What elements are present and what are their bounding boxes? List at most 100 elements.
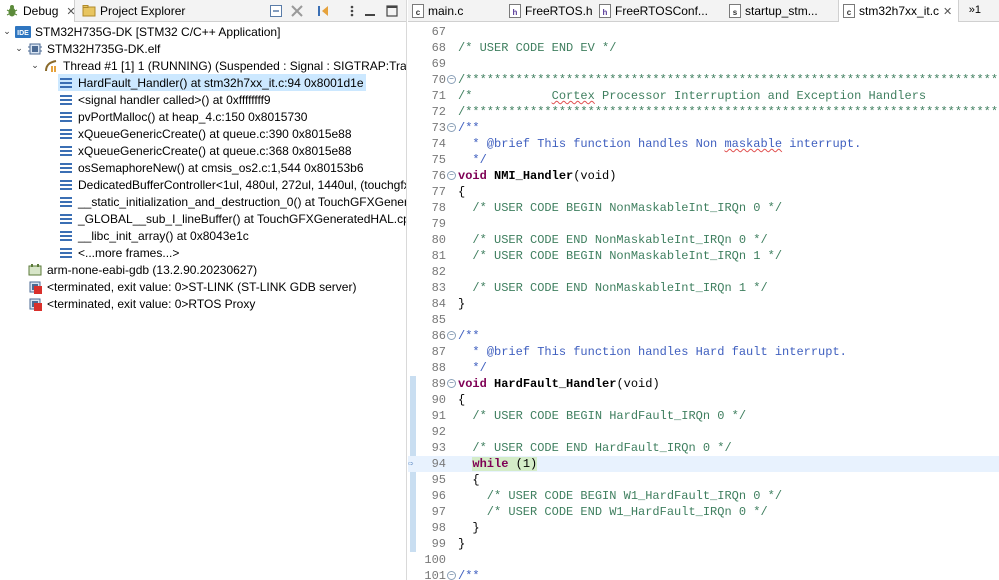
line-number: 77 xyxy=(431,185,446,199)
chevron-down-icon[interactable]: ⌄ xyxy=(14,43,24,54)
editor-tab-label: main.c xyxy=(428,4,464,18)
code-line[interactable]: 80 /* USER CODE END NonMaskableInt_IRQn … xyxy=(408,232,999,248)
code-line[interactable]: 77 { xyxy=(408,184,999,200)
code-line[interactable]: 100 xyxy=(408,552,999,568)
code-token: /* USER CODE BEGIN NonMaskableInt_IRQn 1… xyxy=(458,249,783,263)
stack-frame-row[interactable]: __static_initialization_and_destruction_… xyxy=(58,193,406,210)
code-line[interactable]: 99} xyxy=(408,536,999,552)
code-line[interactable]: 93 /* USER CODE END HardFault_IRQn 0 */ xyxy=(408,440,999,456)
process-row[interactable]: <terminated, exit value: 0>RTOS Proxy xyxy=(14,295,255,312)
code-line[interactable]: 78 /* USER CODE BEGIN NonMaskableInt_IRQ… xyxy=(408,200,999,216)
code-text: /* USER CODE BEGIN HardFault_IRQn 0 */ xyxy=(458,408,746,424)
code-text: /***************************************… xyxy=(458,72,999,88)
maximize-icon[interactable] xyxy=(384,3,400,19)
fold-collapse-icon[interactable]: − xyxy=(447,123,456,132)
tree-item-label: <signal handler called>() at 0xffffffff9 xyxy=(78,92,271,107)
code-line[interactable]: 72 /*************************************… xyxy=(408,104,999,120)
code-line[interactable]: 94 while (1) ⇨ xyxy=(408,456,999,472)
code-line[interactable]: 97 /* USER CODE END W1_HardFault_IRQn 0 … xyxy=(408,504,999,520)
stack-frame-row[interactable]: _GLOBAL__sub_I_lineBuffer() at TouchGFXG… xyxy=(58,210,406,227)
line-number: 98 xyxy=(431,521,446,535)
code-line[interactable]: 96 /* USER CODE BEGIN W1_HardFault_IRQn … xyxy=(408,488,999,504)
code-line[interactable]: 75 */ xyxy=(408,152,999,168)
stack-frame-row[interactable]: DedicatedBufferController<1ul, 480ul, 27… xyxy=(58,176,406,193)
code-token: /* USER CODE END W1_HardFault_IRQn 0 */ xyxy=(458,505,768,519)
line-number: 85 xyxy=(431,313,446,327)
chevron-down-icon[interactable]: ⌄ xyxy=(30,60,40,71)
fold-collapse-icon[interactable]: − xyxy=(447,379,456,388)
tab-overflow-button[interactable]: »1 xyxy=(969,4,981,16)
code-line[interactable]: 74 * @brief This function handles Non ma… xyxy=(408,136,999,152)
code-line[interactable]: 73−/** xyxy=(408,120,999,136)
code-line[interactable]: 67 xyxy=(408,24,999,40)
suspended-thread-icon xyxy=(43,59,59,73)
code-line[interactable]: 95 { xyxy=(408,472,999,488)
stack-frame-row[interactable]: <...more frames...> xyxy=(58,244,179,261)
code-line[interactable]: 98 } xyxy=(408,520,999,536)
stack-frame-row[interactable]: osSemaphoreNew() at cmsis_os2.c:1,544 0x… xyxy=(58,159,364,176)
stack-frame-row[interactable]: __libc_init_array() at 0x8043e1c xyxy=(58,227,249,244)
view-menu-icon[interactable] xyxy=(344,3,360,19)
code-text: /* USER CODE END HardFault_IRQn 0 */ xyxy=(458,440,731,456)
code-editor[interactable]: 67 68/* USER CODE END EV */69 70−/********… xyxy=(408,22,999,580)
line-number: 95 xyxy=(431,473,446,487)
code-line[interactable]: 70−/************************************… xyxy=(408,72,999,88)
tree-item-label: xQueueGenericCreate() at queue.c:390 0x8… xyxy=(78,126,352,141)
editor-tab-main-c[interactable]: c main.c xyxy=(408,0,500,22)
code-line[interactable]: 92 xyxy=(408,424,999,440)
code-line[interactable]: 79 xyxy=(408,216,999,232)
code-line[interactable]: 81 /* USER CODE BEGIN NonMaskableInt_IRQ… xyxy=(408,248,999,264)
stack-frame-row[interactable]: <signal handler called>() at 0xffffffff9 xyxy=(58,91,271,108)
code-line[interactable]: 76− void NMI_Handler(void) xyxy=(408,168,999,184)
code-line[interactable]: 101−/** xyxy=(408,568,999,580)
line-number: 68 xyxy=(431,41,446,55)
process-row[interactable]: <terminated, exit value: 0>ST-LINK (ST-L… xyxy=(14,278,356,295)
tab-project-explorer[interactable]: Project Explorer xyxy=(80,0,195,22)
line-number: 81 xyxy=(431,249,446,263)
stack-frame-row[interactable]: xQueueGenericCreate() at queue.c:390 0x8… xyxy=(58,125,352,142)
remove-terminated-icon[interactable] xyxy=(289,3,305,19)
thread-row[interactable]: ⌄ Thread #1 [1] 1 (RUNNING) (Suspended : … xyxy=(30,57,406,74)
stack-frame-row[interactable]: pvPortMalloc() at heap_4.c:150 0x8015730 xyxy=(58,108,307,125)
editor-panel: c main.c h FreeRTOS.h h FreeRTOSConf... … xyxy=(408,0,999,580)
code-token: (void) xyxy=(573,169,617,183)
code-line[interactable]: 82 xyxy=(408,264,999,280)
code-line[interactable]: 86−/** xyxy=(408,328,999,344)
editor-tab-freertos-h[interactable]: h FreeRTOS.h xyxy=(505,0,595,22)
code-line[interactable]: 85 xyxy=(408,312,999,328)
code-line[interactable]: 89− void HardFault_Handler(void) xyxy=(408,376,999,392)
collapse-all-icon[interactable] xyxy=(268,3,284,19)
editor-tab-freertosconfig[interactable]: h FreeRTOSConf... xyxy=(595,0,725,22)
step-filter-icon[interactable] xyxy=(316,3,332,19)
line-number: 79 xyxy=(431,217,446,231)
fold-collapse-icon[interactable]: − xyxy=(447,571,456,580)
fold-collapse-icon[interactable]: − xyxy=(447,331,456,340)
chevron-down-icon[interactable]: ⌄ xyxy=(2,26,12,37)
code-line[interactable]: 87 * @brief This function handles Hard f… xyxy=(408,344,999,360)
fold-collapse-icon[interactable]: − xyxy=(447,171,456,180)
editor-tab-startup[interactable]: s startup_stm... xyxy=(725,0,837,22)
process-row[interactable]: ⌄ STM32H735G-DK.elf xyxy=(14,40,160,57)
fold-collapse-icon[interactable]: − xyxy=(447,75,456,84)
stack-frame-row[interactable]: HardFault_Handler() at stm32h7xx_it.c:94… xyxy=(58,74,366,91)
code-token: /* USER CODE END NonMaskableInt_IRQn 0 *… xyxy=(458,233,768,247)
minimize-icon[interactable] xyxy=(362,3,378,19)
close-tab-icon[interactable]: ✕ xyxy=(943,5,952,18)
code-line[interactable]: 84} xyxy=(408,296,999,312)
code-line[interactable]: 69 xyxy=(408,56,999,72)
tab-debug[interactable]: Debug ✕ xyxy=(0,0,76,22)
code-line[interactable]: 91 /* USER CODE BEGIN HardFault_IRQn 0 *… xyxy=(408,408,999,424)
process-row[interactable]: arm-none-eabi-gdb (13.2.90.20230627) xyxy=(14,261,257,278)
editor-tab-stm32h7xx-it-c[interactable]: c stm32h7xx_it.c ✕ xyxy=(838,0,959,22)
code-line[interactable]: 88 */ xyxy=(408,360,999,376)
launch-config-row[interactable]: ⌄ IDE STM32H735G-DK [STM32 C/C++ Applicati… xyxy=(2,23,280,40)
code-line[interactable]: 68 /* USER CODE END EV */ xyxy=(408,40,999,56)
code-line[interactable]: 83 /* USER CODE END NonMaskableInt_IRQn … xyxy=(408,280,999,296)
code-token: * @brief This function handles Non xyxy=(458,137,725,151)
code-line[interactable]: 90 { xyxy=(408,392,999,408)
stack-frame-row[interactable]: xQueueGenericCreate() at queue.c:368 0x8… xyxy=(58,142,352,159)
line-number: 72 xyxy=(431,105,446,119)
code-line[interactable]: 71 /* Cortex Processor Interruption and E… xyxy=(408,88,999,104)
close-tab-icon[interactable]: ✕ xyxy=(66,5,75,18)
line-number: 100 xyxy=(424,553,446,567)
